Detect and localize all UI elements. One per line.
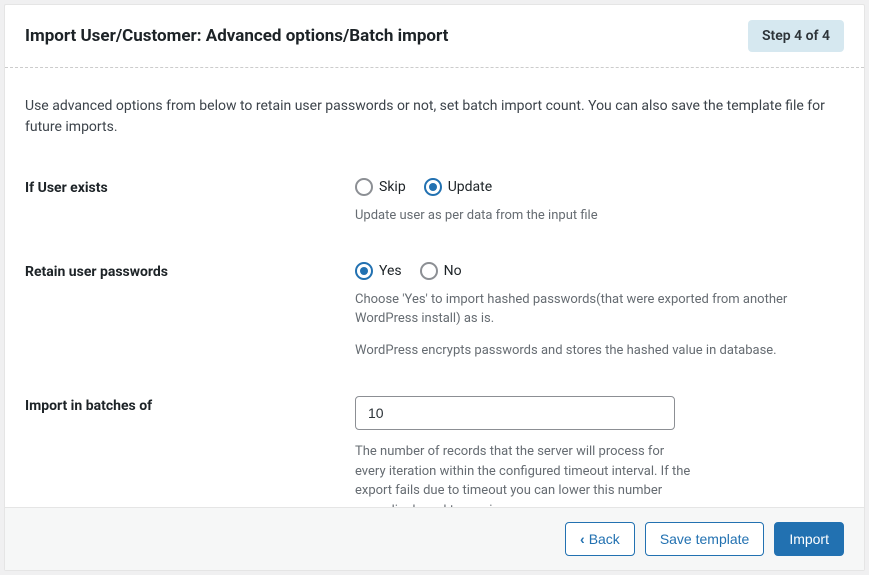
intro-text: Use advanced options from below to retai… bbox=[25, 96, 844, 138]
retain-passwords-radios: Yes No bbox=[355, 262, 844, 280]
field-if-user-exists: If User exists Skip Update Update user a… bbox=[25, 178, 844, 226]
retain-passwords-help2: WordPress encrypts passwords and stores … bbox=[355, 341, 844, 361]
radio-update[interactable]: Update bbox=[424, 178, 492, 196]
if-user-exists-radios: Skip Update bbox=[355, 178, 844, 196]
radio-no-label: No bbox=[444, 263, 462, 279]
radio-yes-label: Yes bbox=[379, 263, 402, 279]
batch-input[interactable] bbox=[355, 396, 675, 430]
if-user-exists-label: If User exists bbox=[25, 178, 355, 196]
radio-icon bbox=[420, 262, 438, 280]
page-title: Import User/Customer: Advanced options/B… bbox=[25, 26, 448, 46]
radio-icon bbox=[424, 178, 442, 196]
chevron-left-icon: ‹ bbox=[580, 531, 585, 547]
import-button-label: Import bbox=[789, 531, 829, 547]
back-button[interactable]: ‹ Back bbox=[565, 522, 635, 556]
field-batch: Import in batches of The number of recor… bbox=[25, 396, 844, 507]
radio-skip[interactable]: Skip bbox=[355, 178, 406, 196]
import-button[interactable]: Import bbox=[774, 522, 844, 556]
retain-passwords-help1: Choose 'Yes' to import hashed passwords(… bbox=[355, 290, 844, 329]
save-template-label: Save template bbox=[660, 531, 750, 547]
radio-update-label: Update bbox=[448, 179, 492, 195]
import-wizard-card: Import User/Customer: Advanced options/B… bbox=[4, 4, 865, 571]
field-retain-passwords: Retain user passwords Yes No Choose 'Yes… bbox=[25, 262, 844, 361]
if-user-exists-help: Update user as per data from the input f… bbox=[355, 206, 844, 226]
batch-label: Import in batches of bbox=[25, 396, 355, 414]
radio-yes[interactable]: Yes bbox=[355, 262, 402, 280]
wizard-footer: ‹ Back Save template Import bbox=[5, 507, 864, 570]
radio-icon bbox=[355, 262, 373, 280]
back-button-label: Back bbox=[589, 531, 620, 547]
wizard-header: Import User/Customer: Advanced options/B… bbox=[5, 5, 864, 68]
radio-no[interactable]: No bbox=[420, 262, 462, 280]
save-template-button[interactable]: Save template bbox=[645, 522, 765, 556]
retain-passwords-label: Retain user passwords bbox=[25, 262, 355, 280]
batch-help: The number of records that the server wi… bbox=[355, 442, 695, 507]
step-badge: Step 4 of 4 bbox=[748, 20, 844, 52]
radio-icon bbox=[355, 178, 373, 196]
wizard-content: Use advanced options from below to retai… bbox=[5, 68, 864, 507]
radio-skip-label: Skip bbox=[379, 179, 406, 195]
